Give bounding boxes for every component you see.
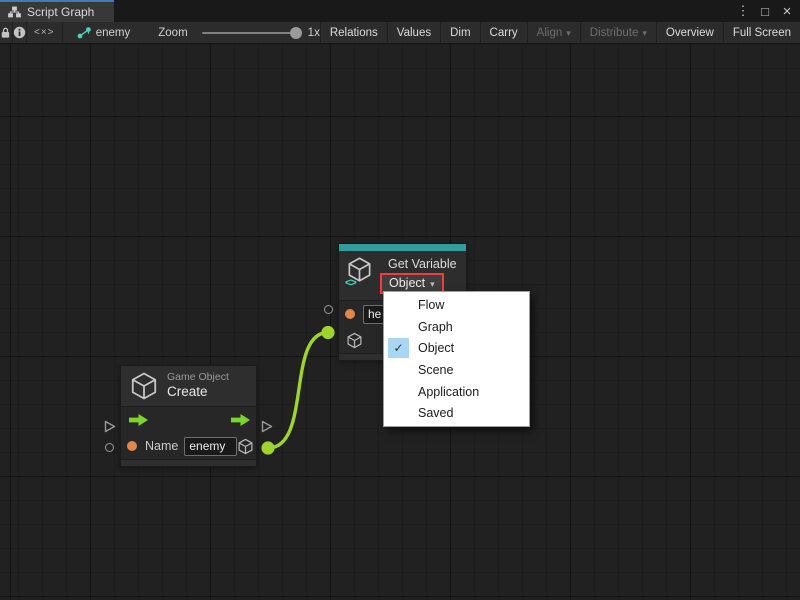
- menu-item-application[interactable]: Application: [384, 381, 529, 403]
- tab-title: Script Graph: [27, 5, 94, 19]
- variable-name-port-outer[interactable]: [324, 305, 333, 314]
- graph-toolbar: <×> enemy Zoom 1x Relations Values Dim C…: [0, 22, 800, 44]
- target-object-port-icon[interactable]: [346, 332, 363, 349]
- distribute-dropdown-button: Distribute▾: [581, 22, 657, 43]
- title-bar: Script Graph ⋮ □ ×: [0, 0, 800, 22]
- check-icon: ✓: [388, 338, 409, 358]
- variable-scope-context-menu: Flow Graph ✓ Object Scene Application Sa…: [383, 291, 530, 427]
- variable-cube-icon: <>: [346, 256, 373, 286]
- values-button[interactable]: Values: [388, 22, 441, 43]
- zoom-slider[interactable]: [202, 32, 296, 34]
- name-port-row: Name: [121, 433, 256, 459]
- info-icon: [13, 26, 26, 39]
- menu-item-scene[interactable]: Scene: [384, 359, 529, 381]
- menu-item-saved[interactable]: Saved: [384, 402, 529, 424]
- flow-out-port[interactable]: [261, 420, 273, 433]
- overview-button[interactable]: Overview: [657, 22, 724, 43]
- create-node-category: Game Object: [167, 371, 229, 384]
- chevron-down-icon: ▾: [642, 28, 647, 39]
- graph-name: enemy: [96, 27, 131, 39]
- zoom-slider-handle[interactable]: [290, 27, 302, 39]
- chevron-down-icon: ▾: [566, 28, 571, 39]
- graph-canvas[interactable]: Game Object Create Name: [0, 44, 800, 600]
- create-node-title: Create: [167, 384, 229, 401]
- tab-script-graph[interactable]: Script Graph: [0, 0, 114, 22]
- info-button[interactable]: [13, 22, 27, 43]
- dim-button[interactable]: Dim: [441, 22, 480, 43]
- name-input-port[interactable]: [127, 441, 137, 451]
- graph-node-icon: [77, 27, 91, 39]
- create-node-body: Name: [121, 406, 256, 459]
- name-port-outer[interactable]: [105, 443, 114, 452]
- variable-name-port[interactable]: [345, 309, 355, 319]
- more-menu-icon[interactable]: ⋮: [734, 1, 752, 21]
- zoom-label: Zoom: [158, 27, 187, 39]
- window-controls: ⋮ □ ×: [734, 0, 796, 22]
- lock-button[interactable]: [0, 22, 13, 43]
- maximize-icon[interactable]: □: [756, 1, 774, 21]
- fullscreen-button[interactable]: Full Screen: [724, 22, 800, 43]
- get-variable-input-port-dot: [321, 326, 334, 339]
- game-object-cube-icon: [129, 371, 159, 401]
- create-node-footer: [121, 459, 256, 466]
- script-graph-icon: [8, 6, 21, 18]
- game-object-output-icon[interactable]: [237, 438, 254, 455]
- zoom-control: Zoom 1x: [130, 22, 320, 43]
- carry-button[interactable]: Carry: [481, 22, 528, 43]
- code-icon: <×>: [34, 27, 55, 38]
- relations-button[interactable]: Relations: [321, 22, 388, 43]
- create-output-port-dot: [261, 441, 274, 454]
- flow-in-arrow-icon[interactable]: [129, 414, 148, 426]
- toolbar-buttons: Relations Values Dim Carry Align▾ Distri…: [320, 22, 800, 43]
- get-variable-title: Get Variable: [388, 257, 457, 271]
- zoom-value: 1x: [308, 27, 320, 39]
- create-node[interactable]: Game Object Create Name: [121, 366, 256, 466]
- align-dropdown-button: Align▾: [528, 22, 581, 43]
- menu-item-flow[interactable]: Flow: [384, 294, 529, 316]
- code-brackets-icon: <>: [345, 277, 356, 289]
- get-variable-accent-strip: [339, 244, 466, 251]
- flow-in-port[interactable]: [104, 420, 116, 433]
- code-preview-button[interactable]: <×>: [27, 22, 63, 43]
- name-port-label: Name: [145, 439, 178, 453]
- create-node-header: Game Object Create: [121, 366, 256, 406]
- menu-item-graph[interactable]: Graph: [384, 316, 529, 338]
- close-icon[interactable]: ×: [778, 1, 796, 21]
- menu-item-object[interactable]: ✓ Object: [384, 337, 529, 359]
- script-graph-window: Script Graph ⋮ □ × <×>: [0, 0, 800, 600]
- name-value-field[interactable]: [184, 437, 237, 456]
- flow-out-arrow-icon[interactable]: [231, 414, 250, 426]
- lock-icon: [0, 27, 11, 39]
- chevron-down-icon: ▾: [430, 279, 435, 290]
- graph-selector-button[interactable]: enemy: [63, 22, 131, 43]
- flow-port-row: [121, 407, 256, 433]
